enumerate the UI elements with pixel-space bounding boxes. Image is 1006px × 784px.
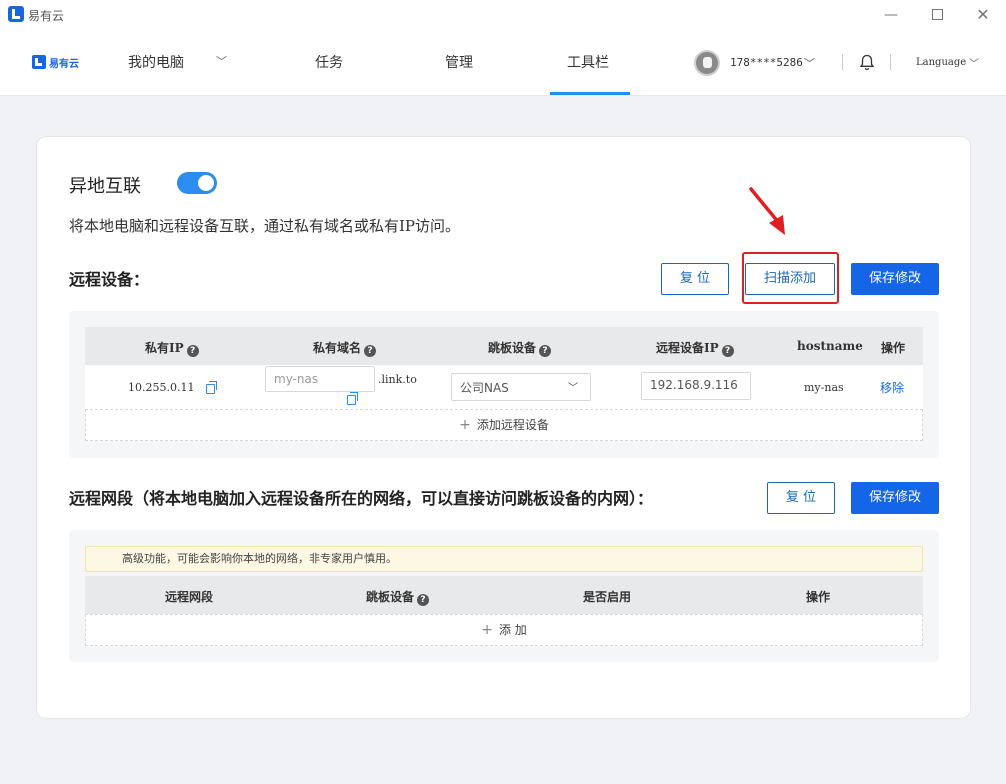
chevron-down-icon[interactable]: ﹀ bbox=[804, 55, 815, 71]
col-jump-device: 跳板设备? bbox=[488, 339, 552, 357]
table-header: 远程网段 跳板设备? 是否启用 操作 bbox=[85, 576, 923, 614]
help-icon[interactable]: ? bbox=[539, 345, 552, 357]
remote-devices-title: 远程设备： bbox=[69, 270, 150, 289]
col-hostname: hostname bbox=[797, 339, 863, 353]
add-segment-button[interactable]: + 添 加 bbox=[85, 614, 923, 646]
jump-device-select[interactable]: 公司NAS ﹀ bbox=[451, 373, 591, 401]
help-icon[interactable]: ? bbox=[417, 594, 430, 606]
scan-add-button[interactable]: 扫描添加 bbox=[745, 263, 835, 295]
col-enabled: 是否启用 bbox=[583, 590, 632, 604]
window-title: 易有云 bbox=[28, 9, 65, 23]
copy-icon[interactable] bbox=[347, 392, 358, 405]
avatar[interactable] bbox=[694, 50, 720, 76]
jump-device-value: 公司NAS bbox=[460, 381, 509, 395]
reset-button[interactable]: 复 位 bbox=[661, 263, 729, 295]
nav-my-pc[interactable]: 我的电脑 bbox=[128, 52, 184, 72]
help-icon[interactable]: ? bbox=[186, 345, 199, 357]
bell-icon[interactable] bbox=[859, 54, 875, 71]
minimize-icon[interactable]: — bbox=[880, 4, 902, 26]
col-segment: 远程网段 bbox=[165, 590, 214, 604]
maximize-icon[interactable] bbox=[926, 4, 948, 26]
add-remote-device-label: 添加远程设备 bbox=[476, 418, 549, 432]
col-private-ip: 私有IP? bbox=[145, 339, 199, 357]
close-icon[interactable]: ✕ bbox=[972, 4, 994, 26]
user-phone[interactable]: 178****5286 bbox=[730, 56, 803, 69]
remote-segments-title: 远程网段（将本地电脑加入远程设备所在的网络，可以直接访问跳板设备的内网）： bbox=[69, 489, 654, 508]
divider bbox=[890, 54, 891, 70]
remote-segments-panel: 高级功能，可能会影响你本地的网络，非专家用户慎用。 远程网段 跳板设备? 是否启… bbox=[69, 530, 939, 662]
nav-toolbar[interactable]: 工具栏 bbox=[567, 52, 609, 72]
help-icon[interactable]: ? bbox=[364, 345, 377, 357]
language-selector[interactable]: Language bbox=[916, 57, 966, 68]
add-segment-label: 添 加 bbox=[498, 623, 527, 637]
hostname-value: my-nas bbox=[804, 381, 844, 394]
domain-suffix: .link.to bbox=[378, 373, 417, 386]
private-ip-value: 10.255.0.11 bbox=[128, 381, 195, 394]
interconnect-card: 异地互联 将本地电脑和远程设备互联，通过私有域名或私有IP访问。 远程设备： 复… bbox=[36, 136, 971, 719]
warning-banner: 高级功能，可能会影响你本地的网络，非专家用户慎用。 bbox=[85, 546, 923, 572]
save-button[interactable]: 保存修改 bbox=[851, 482, 939, 514]
copy-icon[interactable] bbox=[206, 381, 217, 394]
plus-icon: + bbox=[459, 417, 471, 433]
title-bar: 易有云 — ✕ bbox=[0, 0, 1006, 30]
nav-task[interactable]: 任务 bbox=[315, 52, 343, 72]
chevron-down-icon[interactable]: ﹀ bbox=[216, 53, 227, 69]
remote-ip-input[interactable]: 192.168.9.116 bbox=[641, 372, 751, 400]
table-header: 私有IP? 私有域名? 跳板设备? 远程设备IP? hostname 操作 bbox=[85, 327, 923, 365]
logo-text: 易有云 bbox=[49, 58, 79, 70]
red-arrow-annotation bbox=[749, 187, 785, 235]
divider bbox=[842, 54, 843, 70]
col-action: 操作 bbox=[881, 341, 906, 355]
interconnect-toggle[interactable] bbox=[177, 172, 217, 194]
help-icon[interactable]: ? bbox=[721, 345, 734, 357]
top-navbar: 易有云 我的电脑 ﹀ 任务 管理 工具栏 178****5286 ﹀ Langu… bbox=[0, 30, 1006, 96]
app-logo-icon bbox=[8, 6, 24, 22]
col-private-domain: 私有域名? bbox=[313, 339, 377, 357]
section-title: 异地互联 bbox=[69, 176, 141, 197]
remote-devices-panel: 私有IP? 私有域名? 跳板设备? 远程设备IP? hostname 操作 10… bbox=[69, 311, 939, 458]
add-remote-device-button[interactable]: + 添加远程设备 bbox=[85, 409, 923, 441]
save-button[interactable]: 保存修改 bbox=[851, 263, 939, 295]
reset-button[interactable]: 复 位 bbox=[767, 482, 835, 514]
col-jump-device: 跳板设备? bbox=[366, 588, 430, 606]
remove-link[interactable]: 移除 bbox=[880, 379, 904, 396]
logo-icon bbox=[32, 55, 46, 69]
col-action: 操作 bbox=[806, 590, 831, 604]
chevron-down-icon: ﹀ bbox=[568, 383, 578, 394]
table-row: 10.255.0.11 my-nas .link.to 公司NAS ﹀ 192.… bbox=[85, 365, 923, 409]
chevron-down-icon[interactable]: ﹀ bbox=[969, 55, 979, 70]
brand-logo[interactable]: 易有云 bbox=[32, 54, 79, 70]
active-tab-indicator bbox=[550, 92, 630, 95]
domain-input[interactable]: my-nas bbox=[265, 366, 375, 392]
section-description: 将本地电脑和远程设备互联，通过私有域名或私有IP访问。 bbox=[69, 217, 461, 235]
plus-icon: + bbox=[481, 622, 493, 638]
nav-manage[interactable]: 管理 bbox=[445, 52, 473, 72]
col-remote-ip: 远程设备IP? bbox=[656, 339, 734, 357]
